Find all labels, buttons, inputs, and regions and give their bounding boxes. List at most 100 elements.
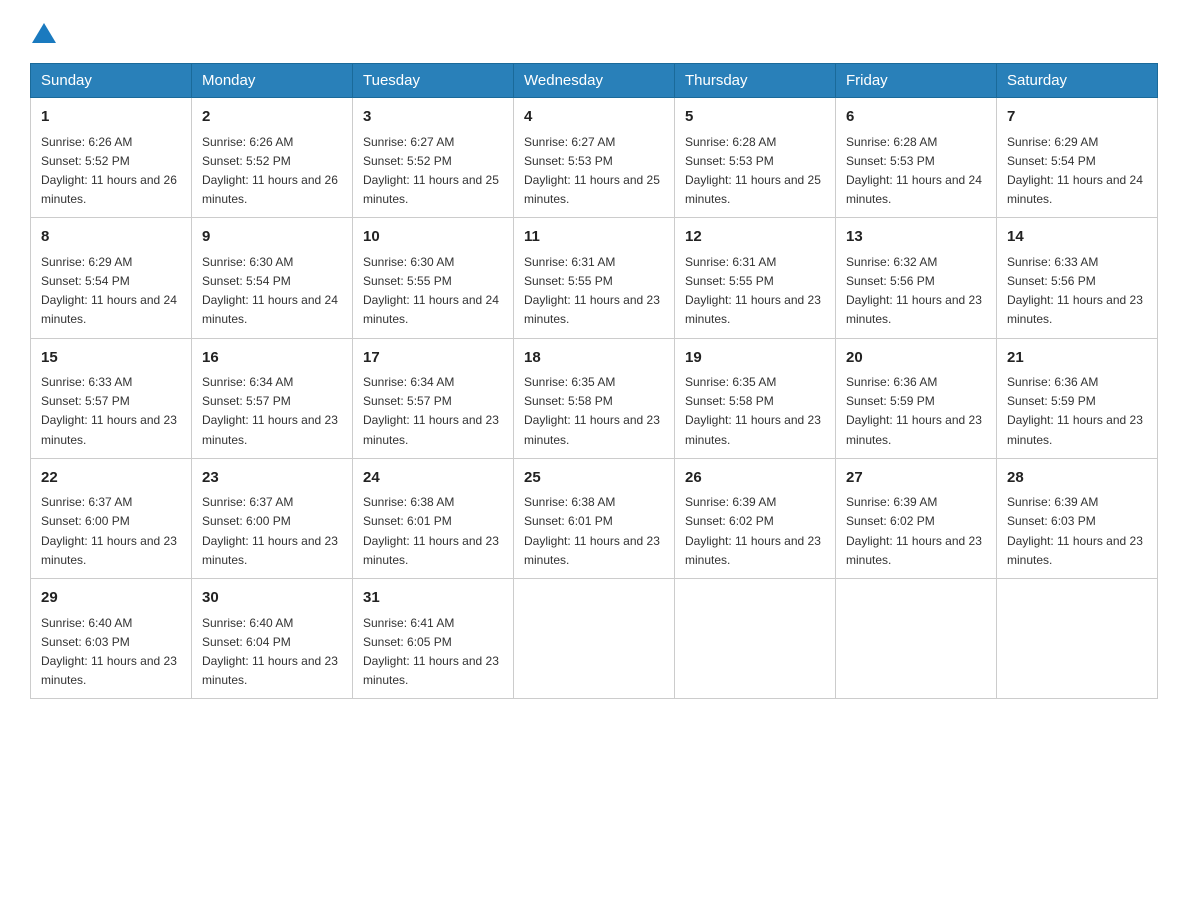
calendar-cell: 30 Sunrise: 6:40 AMSunset: 6:04 PMDaylig… — [192, 579, 353, 699]
logo-triangle-icon — [32, 23, 56, 43]
day-info: Sunrise: 6:31 AMSunset: 5:55 PMDaylight:… — [685, 255, 821, 327]
day-info: Sunrise: 6:28 AMSunset: 5:53 PMDaylight:… — [685, 135, 821, 207]
day-info: Sunrise: 6:26 AMSunset: 5:52 PMDaylight:… — [41, 135, 177, 207]
calendar-cell: 3 Sunrise: 6:27 AMSunset: 5:52 PMDayligh… — [353, 98, 514, 218]
column-header-friday: Friday — [836, 64, 997, 98]
column-header-saturday: Saturday — [997, 64, 1158, 98]
day-number: 3 — [363, 106, 503, 129]
day-number: 24 — [363, 467, 503, 490]
day-info: Sunrise: 6:41 AMSunset: 6:05 PMDaylight:… — [363, 616, 499, 688]
day-info: Sunrise: 6:30 AMSunset: 5:55 PMDaylight:… — [363, 255, 499, 327]
calendar-cell: 4 Sunrise: 6:27 AMSunset: 5:53 PMDayligh… — [514, 98, 675, 218]
day-number: 14 — [1007, 226, 1147, 249]
calendar-week-row: 1 Sunrise: 6:26 AMSunset: 5:52 PMDayligh… — [31, 98, 1158, 218]
day-info: Sunrise: 6:38 AMSunset: 6:01 PMDaylight:… — [524, 495, 660, 567]
day-info: Sunrise: 6:35 AMSunset: 5:58 PMDaylight:… — [685, 375, 821, 447]
day-info: Sunrise: 6:37 AMSunset: 6:00 PMDaylight:… — [202, 495, 338, 567]
day-info: Sunrise: 6:29 AMSunset: 5:54 PMDaylight:… — [41, 255, 177, 327]
calendar-cell: 25 Sunrise: 6:38 AMSunset: 6:01 PMDaylig… — [514, 458, 675, 578]
calendar-cell: 10 Sunrise: 6:30 AMSunset: 5:55 PMDaylig… — [353, 218, 514, 338]
calendar-week-row: 29 Sunrise: 6:40 AMSunset: 6:03 PMDaylig… — [31, 579, 1158, 699]
day-number: 9 — [202, 226, 342, 249]
calendar-cell — [514, 579, 675, 699]
column-header-sunday: Sunday — [31, 64, 192, 98]
day-number: 18 — [524, 347, 664, 370]
day-info: Sunrise: 6:39 AMSunset: 6:02 PMDaylight:… — [685, 495, 821, 567]
day-number: 2 — [202, 106, 342, 129]
calendar-cell: 5 Sunrise: 6:28 AMSunset: 5:53 PMDayligh… — [675, 98, 836, 218]
day-number: 12 — [685, 226, 825, 249]
calendar-cell: 16 Sunrise: 6:34 AMSunset: 5:57 PMDaylig… — [192, 338, 353, 458]
day-info: Sunrise: 6:29 AMSunset: 5:54 PMDaylight:… — [1007, 135, 1143, 207]
column-header-tuesday: Tuesday — [353, 64, 514, 98]
day-number: 13 — [846, 226, 986, 249]
day-info: Sunrise: 6:39 AMSunset: 6:03 PMDaylight:… — [1007, 495, 1143, 567]
calendar-cell: 1 Sunrise: 6:26 AMSunset: 5:52 PMDayligh… — [31, 98, 192, 218]
day-number: 27 — [846, 467, 986, 490]
day-number: 29 — [41, 587, 181, 610]
calendar-cell: 29 Sunrise: 6:40 AMSunset: 6:03 PMDaylig… — [31, 579, 192, 699]
calendar-cell: 11 Sunrise: 6:31 AMSunset: 5:55 PMDaylig… — [514, 218, 675, 338]
calendar-cell — [675, 579, 836, 699]
day-info: Sunrise: 6:33 AMSunset: 5:57 PMDaylight:… — [41, 375, 177, 447]
calendar-cell: 31 Sunrise: 6:41 AMSunset: 6:05 PMDaylig… — [353, 579, 514, 699]
calendar-cell: 26 Sunrise: 6:39 AMSunset: 6:02 PMDaylig… — [675, 458, 836, 578]
day-number: 20 — [846, 347, 986, 370]
calendar-week-row: 8 Sunrise: 6:29 AMSunset: 5:54 PMDayligh… — [31, 218, 1158, 338]
day-info: Sunrise: 6:38 AMSunset: 6:01 PMDaylight:… — [363, 495, 499, 567]
day-number: 1 — [41, 106, 181, 129]
day-info: Sunrise: 6:26 AMSunset: 5:52 PMDaylight:… — [202, 135, 338, 207]
day-info: Sunrise: 6:34 AMSunset: 5:57 PMDaylight:… — [202, 375, 338, 447]
calendar-header-row: SundayMondayTuesdayWednesdayThursdayFrid… — [31, 64, 1158, 98]
day-number: 4 — [524, 106, 664, 129]
day-number: 11 — [524, 226, 664, 249]
calendar-cell: 28 Sunrise: 6:39 AMSunset: 6:03 PMDaylig… — [997, 458, 1158, 578]
day-info: Sunrise: 6:36 AMSunset: 5:59 PMDaylight:… — [846, 375, 982, 447]
calendar-cell: 24 Sunrise: 6:38 AMSunset: 6:01 PMDaylig… — [353, 458, 514, 578]
day-number: 25 — [524, 467, 664, 490]
calendar-cell: 27 Sunrise: 6:39 AMSunset: 6:02 PMDaylig… — [836, 458, 997, 578]
day-info: Sunrise: 6:40 AMSunset: 6:03 PMDaylight:… — [41, 616, 177, 688]
day-info: Sunrise: 6:32 AMSunset: 5:56 PMDaylight:… — [846, 255, 982, 327]
day-number: 15 — [41, 347, 181, 370]
calendar-cell: 13 Sunrise: 6:32 AMSunset: 5:56 PMDaylig… — [836, 218, 997, 338]
calendar-cell: 22 Sunrise: 6:37 AMSunset: 6:00 PMDaylig… — [31, 458, 192, 578]
calendar-cell: 8 Sunrise: 6:29 AMSunset: 5:54 PMDayligh… — [31, 218, 192, 338]
calendar-cell: 20 Sunrise: 6:36 AMSunset: 5:59 PMDaylig… — [836, 338, 997, 458]
logo — [30, 25, 62, 45]
day-info: Sunrise: 6:35 AMSunset: 5:58 PMDaylight:… — [524, 375, 660, 447]
day-number: 30 — [202, 587, 342, 610]
day-info: Sunrise: 6:39 AMSunset: 6:02 PMDaylight:… — [846, 495, 982, 567]
day-info: Sunrise: 6:33 AMSunset: 5:56 PMDaylight:… — [1007, 255, 1143, 327]
day-number: 26 — [685, 467, 825, 490]
page-header — [30, 20, 1158, 45]
calendar-cell: 14 Sunrise: 6:33 AMSunset: 5:56 PMDaylig… — [997, 218, 1158, 338]
day-info: Sunrise: 6:28 AMSunset: 5:53 PMDaylight:… — [846, 135, 982, 207]
day-number: 21 — [1007, 347, 1147, 370]
calendar-week-row: 22 Sunrise: 6:37 AMSunset: 6:00 PMDaylig… — [31, 458, 1158, 578]
calendar-cell: 9 Sunrise: 6:30 AMSunset: 5:54 PMDayligh… — [192, 218, 353, 338]
column-header-monday: Monday — [192, 64, 353, 98]
calendar-cell: 17 Sunrise: 6:34 AMSunset: 5:57 PMDaylig… — [353, 338, 514, 458]
calendar-cell: 23 Sunrise: 6:37 AMSunset: 6:00 PMDaylig… — [192, 458, 353, 578]
calendar-cell: 18 Sunrise: 6:35 AMSunset: 5:58 PMDaylig… — [514, 338, 675, 458]
day-info: Sunrise: 6:31 AMSunset: 5:55 PMDaylight:… — [524, 255, 660, 327]
calendar-cell: 12 Sunrise: 6:31 AMSunset: 5:55 PMDaylig… — [675, 218, 836, 338]
day-number: 19 — [685, 347, 825, 370]
calendar-cell: 15 Sunrise: 6:33 AMSunset: 5:57 PMDaylig… — [31, 338, 192, 458]
calendar-cell: 6 Sunrise: 6:28 AMSunset: 5:53 PMDayligh… — [836, 98, 997, 218]
calendar-cell — [997, 579, 1158, 699]
day-number: 7 — [1007, 106, 1147, 129]
day-number: 31 — [363, 587, 503, 610]
day-number: 23 — [202, 467, 342, 490]
day-number: 8 — [41, 226, 181, 249]
day-number: 22 — [41, 467, 181, 490]
day-info: Sunrise: 6:27 AMSunset: 5:53 PMDaylight:… — [524, 135, 660, 207]
calendar-cell: 19 Sunrise: 6:35 AMSunset: 5:58 PMDaylig… — [675, 338, 836, 458]
column-header-wednesday: Wednesday — [514, 64, 675, 98]
calendar-cell: 2 Sunrise: 6:26 AMSunset: 5:52 PMDayligh… — [192, 98, 353, 218]
day-number: 5 — [685, 106, 825, 129]
calendar-cell: 7 Sunrise: 6:29 AMSunset: 5:54 PMDayligh… — [997, 98, 1158, 218]
column-header-thursday: Thursday — [675, 64, 836, 98]
day-number: 6 — [846, 106, 986, 129]
